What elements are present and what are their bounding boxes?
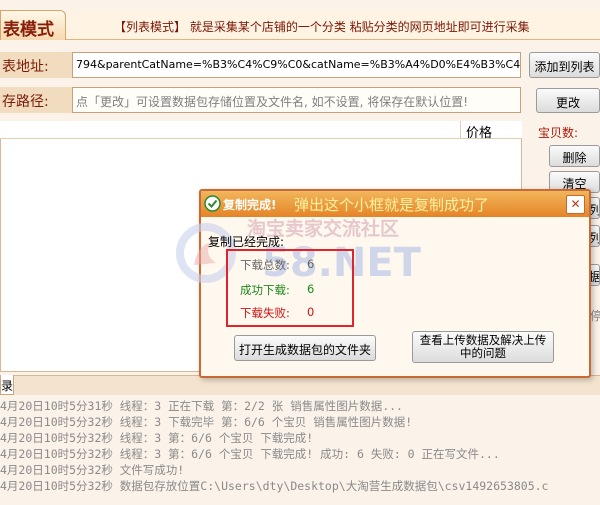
header-note: 【列表模式】 就是采集某个店铺的一个分类 粘贴分类的网页地址即可进行采集: [66, 10, 600, 40]
log-line: 4月20日10时5分32秒 文件写成功!: [0, 463, 185, 477]
list-url-input[interactable]: 794&parentCatName=%B3%C4%C9%C0&catName=%…: [72, 52, 521, 78]
change-path-button[interactable]: 更改: [536, 88, 600, 113]
price-column-header[interactable]: 价格: [466, 122, 492, 141]
log-line: 4月20日10时5分32秒 线程：3 下载完毕 第：6/6 个宝贝 销售属性图片…: [0, 415, 413, 429]
dialog-annotation: 弹出这个小框就是复制成功了: [294, 196, 490, 214]
dialog-title: 复制完成!: [223, 198, 277, 212]
successful-downloads: 成功下载: 6: [240, 282, 315, 297]
open-folder-button[interactable]: 打开生成数据包的文件夹: [234, 335, 376, 361]
tab-list-mode[interactable]: 表模式: [0, 10, 66, 40]
log-line: 4月20日10时5分32秒 线程：3 第：6/6 个宝贝 下载完成! 成功: 6…: [0, 447, 500, 461]
log-area[interactable]: 4月20日10时5分31秒 线程：3 正在下载 第：2/2 张 销售属性图片数据…: [0, 396, 600, 505]
log-tab[interactable]: 录: [0, 375, 14, 395]
list-url-label: 表地址:: [0, 52, 72, 78]
log-line: 4月20日10时5分32秒 线程：3 第：6/6 个宝贝 下载完成!: [0, 431, 314, 445]
delete-button[interactable]: 删除: [549, 145, 600, 167]
add-to-list-button[interactable]: 添加到列表: [529, 52, 600, 78]
failed-downloads: 下载失败: 0: [240, 305, 315, 320]
stop-button[interactable]: 停: [590, 307, 600, 324]
view-upload-help-button[interactable]: 查看上传数据及解决上传 中的问题: [412, 331, 554, 363]
item-count-label: 宝贝数:: [538, 126, 579, 140]
log-line: 4月20日10时5分31秒 线程：3 正在下载 第：2/2 张 销售属性图片数据…: [0, 399, 403, 413]
item-list-header: 价格: [0, 121, 522, 141]
close-x-icon[interactable]: ✕: [566, 195, 585, 214]
save-path-input[interactable]: 点「更改」可设置数据包存储位置及文件名, 如不设置, 将保存在默认位置!: [72, 87, 521, 113]
save-path-label: 存路径:: [0, 87, 72, 113]
total-downloads: 下载总数: 6: [240, 257, 315, 272]
log-line: 4月20日10时5分32秒 数据包存放位置C:\Users\dty\Deskto…: [0, 479, 549, 493]
log-tabbar: [0, 375, 600, 395]
dialog-message: 复制已经完成:: [208, 235, 285, 249]
check-circle-icon: [204, 195, 221, 212]
